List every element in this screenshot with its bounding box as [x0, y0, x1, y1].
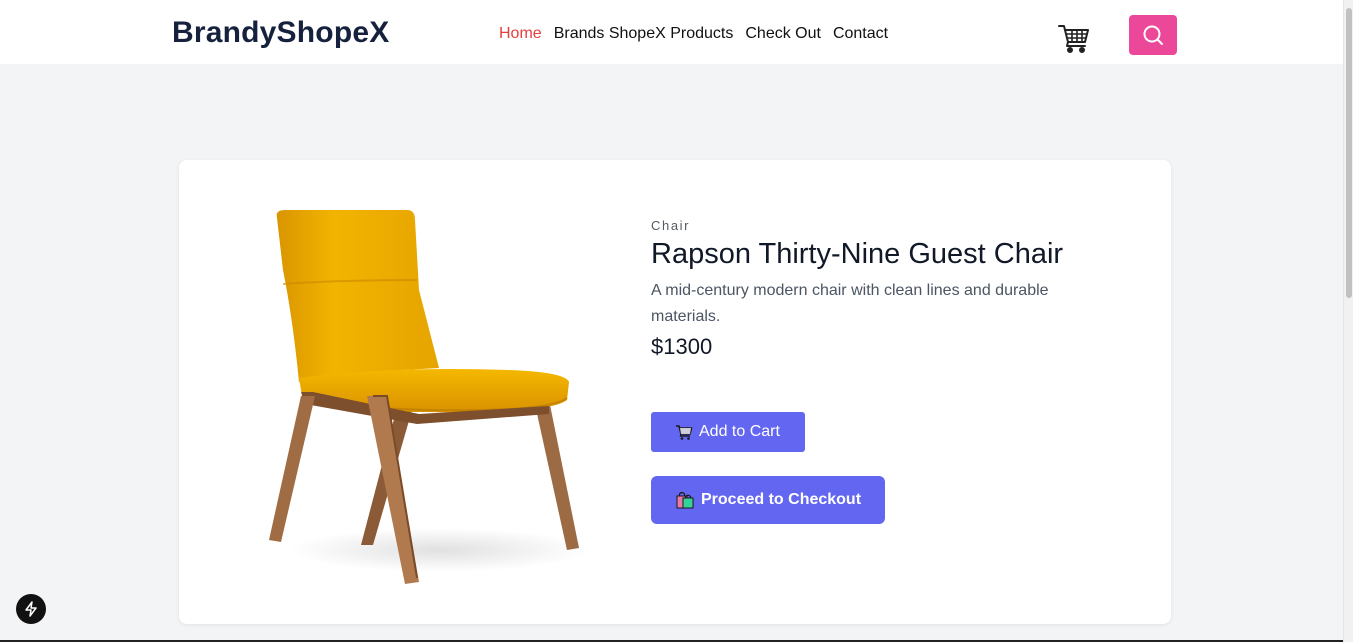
product-image [269, 210, 589, 584]
product-card: Chair Rapson Thirty-Nine Guest Chair A m… [179, 160, 1171, 624]
nav-contact-link[interactable]: Contact [833, 25, 888, 43]
page-scrollbar[interactable] [1343, 0, 1353, 642]
proceed-to-checkout-button[interactable]: Proceed to Checkout [651, 476, 885, 524]
add-to-cart-button[interactable]: Add to Cart [651, 412, 805, 452]
product-info: Chair Rapson Thirty-Nine Guest Chair A m… [651, 218, 1081, 524]
shopping-cart-icon[interactable] [1057, 20, 1091, 54]
brand-logo[interactable]: BrandyShopeX [172, 16, 389, 50]
navbar: BrandyShopeX Home Brands ShopeX Products… [0, 0, 1343, 64]
product-price: $1300 [651, 334, 713, 359]
main-nav: Home Brands ShopeX Products Check Out Co… [499, 25, 888, 43]
nav-checkout-link[interactable]: Check Out [745, 25, 821, 43]
product-title: Rapson Thirty-Nine Guest Chair [651, 238, 1064, 270]
scrollbar-thumb[interactable] [1346, 8, 1352, 298]
search-button[interactable] [1129, 15, 1177, 55]
nav-products-link[interactable]: Brands ShopeX Products [554, 25, 734, 43]
add-to-cart-label: Add to Cart [699, 423, 780, 440]
product-category: Chair [651, 218, 691, 233]
search-icon [1143, 25, 1163, 45]
checkout-label: Proceed to Checkout [701, 491, 862, 508]
dev-tools-badge[interactable] [16, 594, 46, 624]
nav-home-link[interactable]: Home [499, 25, 542, 43]
shopping-cart-icon [676, 425, 693, 440]
shopping-bags-icon [676, 491, 694, 509]
product-description: A mid-century modern chair with clean li… [651, 282, 1049, 325]
lightning-icon [25, 601, 37, 617]
